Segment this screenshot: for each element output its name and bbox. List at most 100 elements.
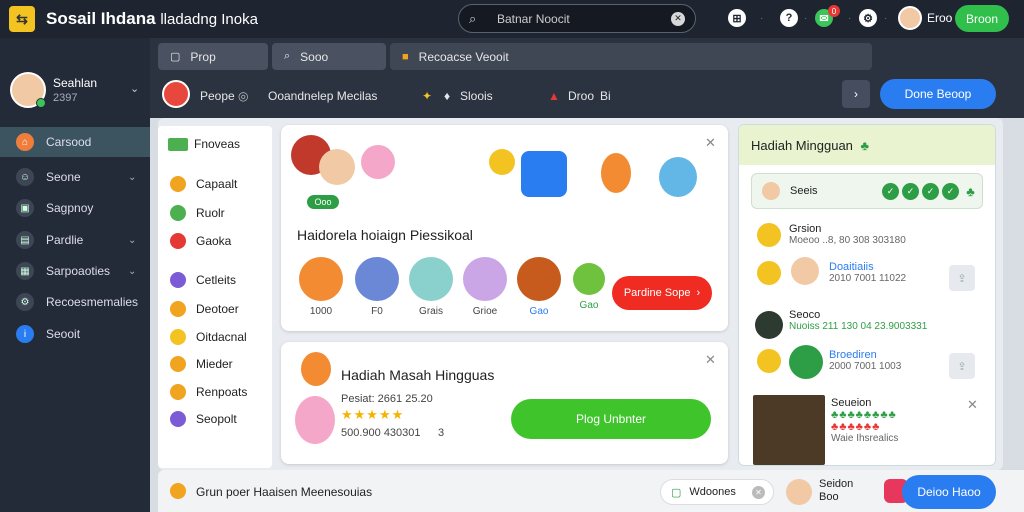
category-item[interactable]: Oitdacnal (170, 329, 247, 345)
friend-item[interactable]: Grioe (461, 257, 509, 317)
weekly-meta: 500.900 430301 (341, 427, 421, 439)
category-label: Renpoats (196, 385, 248, 399)
panel-title-text: Hadiah Mingguan (751, 138, 853, 153)
close-icon[interactable]: ✕ (705, 135, 716, 151)
dot-icon: ◎ (238, 89, 249, 103)
category-item[interactable]: Renpoats (170, 384, 247, 400)
sidebar-item-info[interactable]: i Seooit (0, 319, 150, 349)
list-item[interactable]: Seoco Nuoiss 211 130 04 23.9003331 (789, 309, 927, 332)
avatar (755, 311, 783, 339)
search-input[interactable]: ⌕ Batnar Noocit ✕ (458, 4, 696, 33)
search-icon: ⌕ (284, 50, 291, 62)
tab-label: Recoacse Veooit (418, 49, 509, 64)
flag-icon (168, 137, 188, 151)
sidebar-item-folder[interactable]: ▤ Pardlie ⌄ (0, 225, 150, 255)
game-thumbnail[interactable] (753, 395, 825, 465)
row-meta: Nuoiss 211 130 04 23.9003331 (789, 321, 928, 332)
bottom-action-button[interactable]: Deioo Haoo (902, 475, 996, 509)
sidebar-item-settings[interactable]: ⚙ Recoesmemalies (0, 287, 150, 317)
coin-icon (170, 483, 186, 499)
profile-meta: 2397 (53, 92, 78, 104)
category-item[interactable]: Mieder (170, 356, 233, 372)
clover-icon[interactable]: ♣ (962, 183, 979, 200)
row-title: Grsion (789, 223, 822, 235)
category-icon (170, 176, 186, 192)
character-illustration (319, 149, 355, 185)
bottom-bar-text: Grun poer Haaisen Meenesouias (196, 485, 373, 499)
list-item[interactable]: Seueion ♣♣♣♣♣♣♣♣ ♣♣♣♣♣♣ Waie Ihsrealics (831, 397, 898, 444)
avatar (409, 257, 453, 301)
list-item[interactable]: Broediren 2000 7001 1003 (829, 349, 901, 372)
next-icon[interactable]: › (842, 80, 870, 108)
stat-label: Sloois (460, 89, 493, 103)
close-icon[interactable]: ✕ (705, 352, 716, 368)
primary-button[interactable]: Done Beoop (880, 79, 996, 109)
reward-icon[interactable]: ✓ (882, 183, 899, 200)
category-item[interactable]: Ruolr (170, 205, 225, 221)
reward-icon[interactable]: ✓ (922, 183, 939, 200)
sidebar-item-grid[interactable]: ▦ Sarpoaoties ⌄ (0, 256, 150, 286)
filter-chip[interactable]: ▢ Wdoones ✕ (660, 479, 774, 505)
list-item[interactable]: Doaitiaiis 2010 7001 11022 (829, 261, 906, 284)
category-item[interactable]: Seopolt (170, 411, 237, 427)
settings-icon[interactable]: ⚙ (859, 9, 877, 27)
row-action-icon[interactable]: ⇪ (949, 265, 975, 291)
row-action-icon[interactable]: ⇪ (949, 353, 975, 379)
sidebar-item-home[interactable]: ⌂ Carsood (0, 127, 150, 157)
category-icon (170, 329, 186, 345)
category-label: Cetleits (196, 273, 237, 287)
friend-label: Grais (419, 306, 443, 317)
friend-label: 1000 (309, 306, 333, 317)
sidebar-item-image[interactable]: ▣ Sagpnoy (0, 193, 150, 223)
coin-icon (489, 149, 515, 175)
clear-search-icon[interactable]: ✕ (671, 11, 685, 26)
tag-icon: ▢ (671, 486, 682, 499)
friend-item[interactable]: 1000 (297, 257, 345, 317)
category-item[interactable]: Cetleits (170, 272, 236, 288)
close-icon[interactable]: ✕ (967, 397, 978, 413)
category-item[interactable]: Capaalt (170, 176, 237, 192)
character-illustration (361, 145, 395, 179)
close-icon[interactable]: ✕ (752, 485, 765, 499)
category-label: Deotoer (196, 302, 239, 316)
category-item[interactable]: Gaoka (170, 233, 231, 249)
tab-active[interactable]: ■ Recoacse Veooit (390, 43, 872, 70)
divider: · (884, 13, 888, 24)
channel-logo[interactable] (162, 80, 190, 108)
friend-item[interactable]: Gao (515, 257, 563, 317)
button-label: Pardine Sope (623, 287, 691, 299)
friend-item[interactable]: Grais (407, 257, 455, 317)
reward-icon[interactable]: ✓ (942, 183, 959, 200)
category-label: Gaoka (196, 234, 232, 248)
avatar (299, 257, 343, 301)
grid-icon[interactable]: ⊞ (728, 9, 746, 27)
list-item[interactable]: Grsion Moeoo ..8, 80 308 303180 (789, 223, 906, 246)
category-icon (170, 384, 186, 400)
play-button[interactable]: Plog Unbnter (511, 399, 711, 439)
friend-item[interactable]: Gao (565, 257, 613, 311)
avatar[interactable] (786, 479, 812, 505)
flag-icon: ■ (402, 50, 409, 63)
friend-item[interactable]: F0 (353, 257, 401, 317)
category-label: Mieder (196, 357, 233, 371)
search-text: Batnar Noocit (497, 11, 570, 26)
featured-action-button[interactable]: Pardine Sope › (612, 276, 712, 310)
sidebar-item-label: Pardlie (46, 233, 84, 247)
tab-search[interactable]: ⌕ Sooo (272, 43, 386, 70)
user-avatar[interactable] (898, 6, 922, 30)
top-action-button[interactable]: Broon (955, 5, 1009, 32)
user-label[interactable]: Eroo (927, 11, 952, 25)
user-meta: Boo (819, 491, 839, 503)
weekly-meta-suffix: 3 (438, 427, 445, 439)
app-logo[interactable]: ⇆ (9, 6, 35, 32)
star-icon: ✦ (422, 89, 433, 103)
row-title: Seoco (789, 309, 821, 321)
chevron-down-icon[interactable]: ⌄ (130, 82, 139, 95)
sidebar-item-label: Seone (46, 170, 81, 184)
sidebar-item-user[interactable]: ☺ Seone ⌄ (0, 162, 150, 192)
category-item[interactable]: Deotoer (170, 301, 239, 317)
avatar (789, 345, 823, 379)
help-icon[interactable]: ? (780, 9, 798, 27)
tab-prop[interactable]: ▢ Prop (158, 43, 268, 70)
reward-icon[interactable]: ✓ (902, 183, 919, 200)
